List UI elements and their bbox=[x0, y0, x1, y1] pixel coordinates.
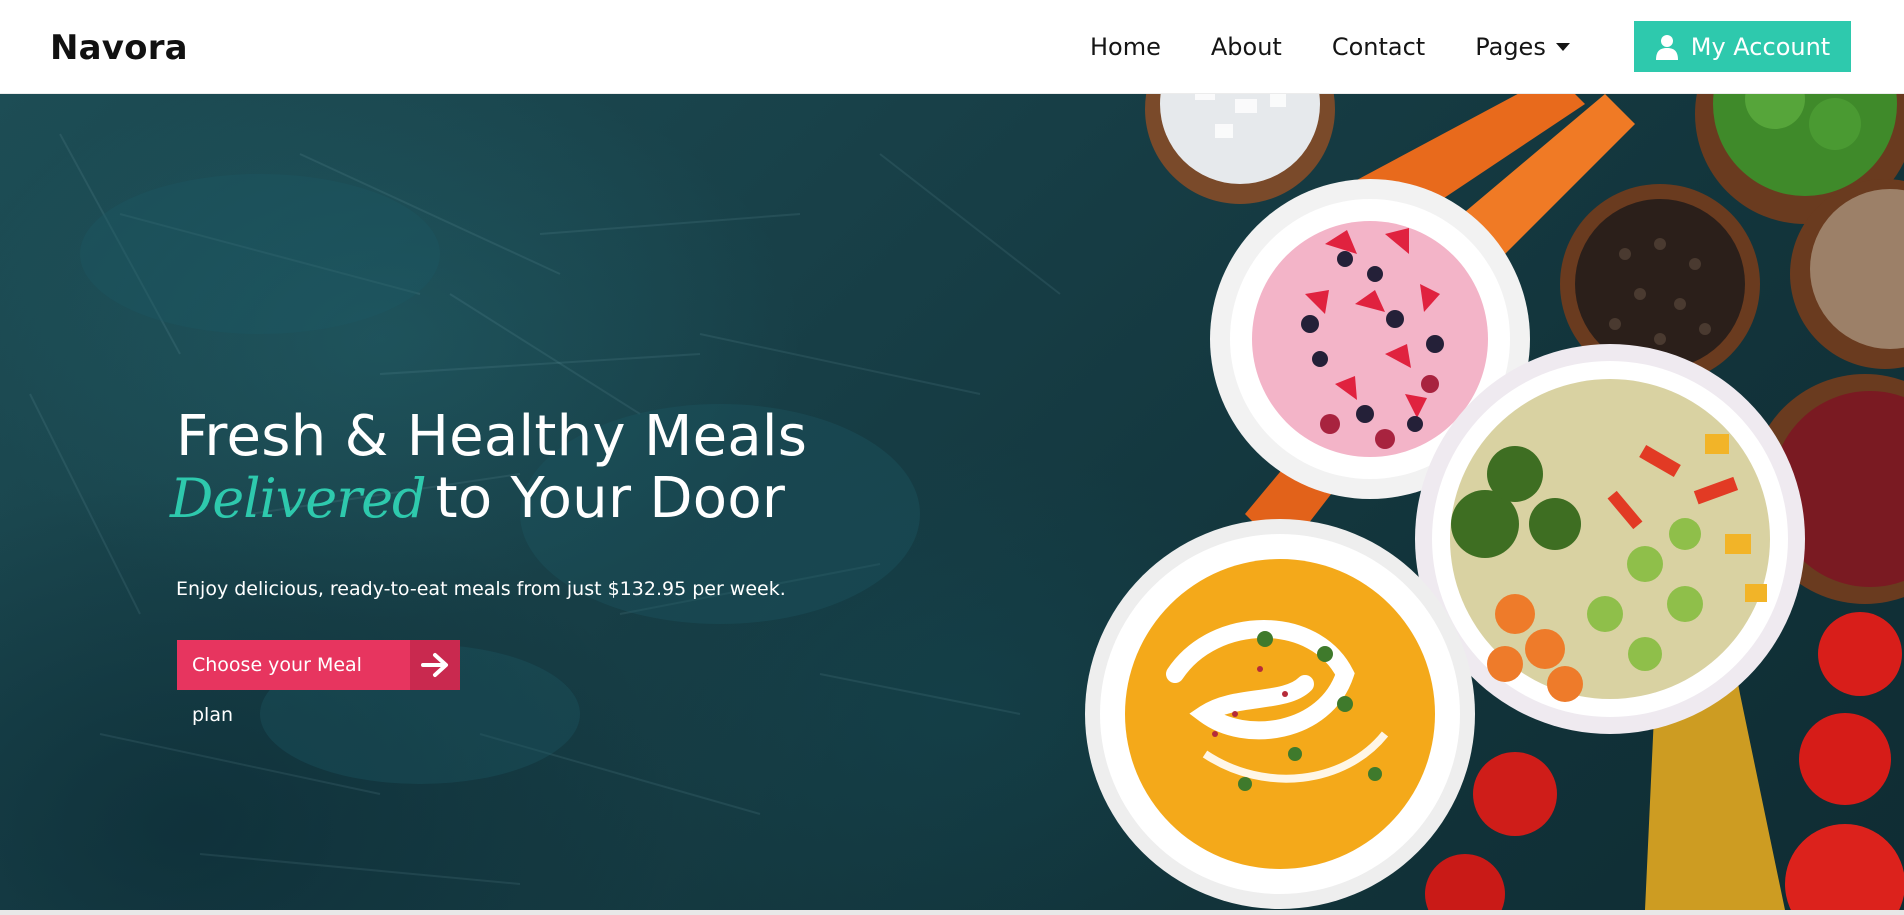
choose-meal-plan-button[interactable]: Choose your Meal plan bbox=[177, 640, 460, 726]
caret-down-icon bbox=[1555, 43, 1570, 51]
hero-subtitle: Enjoy delicious, ready-to-eat meals from… bbox=[176, 578, 786, 600]
nav-pages-label: Pages bbox=[1475, 33, 1546, 61]
main-nav: Home About Contact Pages bbox=[1090, 0, 1620, 94]
food-bowls-image bbox=[1085, 94, 1904, 910]
my-account-button[interactable]: My Account bbox=[1634, 21, 1851, 72]
hero-section: Fresh & Healthy Meals Delivered to Your D… bbox=[0, 94, 1904, 910]
page-bottom-divider bbox=[0, 910, 1904, 915]
hero-title-line2-rest: to Your Door bbox=[435, 466, 786, 531]
hero-title-line1: Fresh & Healthy Meals bbox=[176, 404, 808, 469]
nav-about[interactable]: About bbox=[1211, 33, 1282, 61]
brand-logo[interactable]: Navora bbox=[50, 28, 188, 68]
hero-title-line2: Delivered to Your Door bbox=[170, 466, 807, 531]
site-header: Navora Home About Contact Pages My Accou… bbox=[0, 0, 1904, 94]
user-icon bbox=[1655, 34, 1678, 60]
hero-title-script: Delivered bbox=[170, 467, 427, 530]
nav-pages-dropdown[interactable]: Pages bbox=[1475, 33, 1570, 61]
nav-home[interactable]: Home bbox=[1090, 33, 1161, 61]
arrow-right-icon bbox=[410, 640, 460, 690]
hero-title: Fresh & Healthy Meals Delivered to Your D… bbox=[170, 404, 808, 531]
my-account-label: My Account bbox=[1690, 32, 1831, 61]
cta-label: Choose your Meal plan bbox=[177, 640, 410, 726]
nav-contact[interactable]: Contact bbox=[1332, 33, 1425, 61]
